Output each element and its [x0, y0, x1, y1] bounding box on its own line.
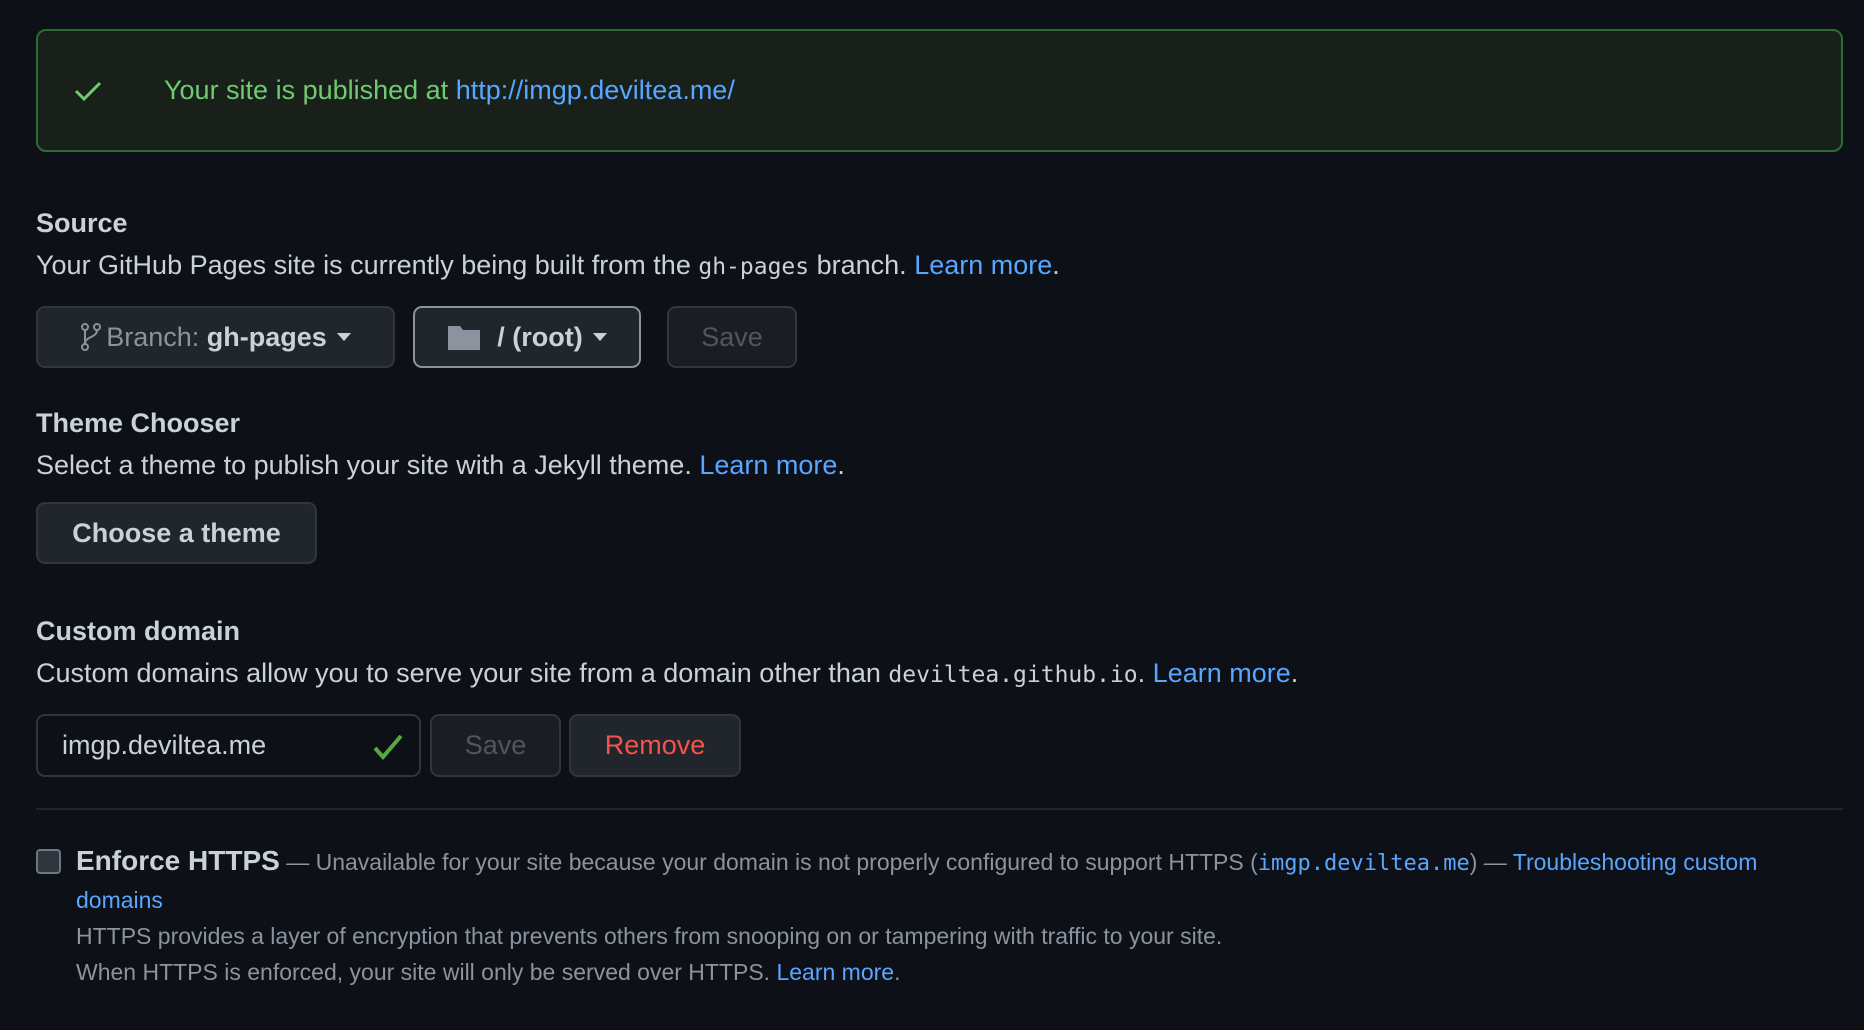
folder-icon: [447, 323, 481, 351]
enforce-https-section: Enforce HTTPS — Unavailable for your sit…: [76, 843, 1846, 990]
caret-down-icon: [592, 333, 607, 341]
banner-text: Your site is published at: [164, 75, 456, 105]
theme-desc-text: Select a theme to publish your site with…: [36, 450, 700, 480]
folder-value: / (root): [497, 321, 583, 352]
enforce-https-label: Enforce HTTPS: [76, 845, 280, 876]
site-url-link[interactable]: http://imgp.deviltea.me/: [456, 75, 735, 106]
domain-remove-button[interactable]: Remove: [569, 714, 741, 777]
folder-select-button[interactable]: / (root): [413, 306, 641, 368]
custom-domain-input[interactable]: imgp.deviltea.me: [36, 714, 421, 777]
source-desc-text2: branch.: [809, 250, 915, 280]
git-branch-icon: [80, 322, 102, 352]
check-icon: [74, 80, 118, 102]
default-domain-code: deviltea.github.io: [888, 662, 1138, 688]
published-banner: Your site is published at http://imgp.de…: [36, 29, 1843, 152]
source-description: Your GitHub Pages site is currently bein…: [36, 250, 1060, 281]
custom-domain-value: imgp.deviltea.me: [62, 730, 267, 760]
branch-select-button[interactable]: Branch: gh-pages: [36, 306, 395, 368]
choose-theme-button[interactable]: Choose a theme: [36, 502, 317, 564]
https-learn-more-link[interactable]: Learn more: [776, 959, 894, 985]
period: .: [894, 959, 901, 985]
period: .: [837, 450, 845, 480]
domain-desc-text2: .: [1137, 658, 1153, 688]
https-info-text: When HTTPS is enforced, your site will o…: [76, 959, 777, 985]
domain-learn-more-link[interactable]: Learn more: [1153, 658, 1291, 688]
theme-heading: Theme Chooser: [36, 408, 241, 438]
domain-desc-text: Custom domains allow you to serve your s…: [36, 658, 889, 688]
check-icon: [373, 734, 403, 760]
source-desc-text: Your GitHub Pages site is currently bein…: [36, 250, 699, 280]
https-unavailable-text: — Unavailable for your site because your…: [279, 849, 1258, 875]
https-domain-code: imgp.deviltea.me: [1257, 851, 1470, 876]
https-after-text: ) —: [1469, 849, 1513, 875]
caret-down-icon: [336, 333, 351, 341]
source-save-button[interactable]: Save: [667, 306, 797, 368]
domain-save-button[interactable]: Save: [430, 714, 561, 777]
https-info-line1: HTTPS provides a layer of encryption tha…: [76, 923, 1223, 949]
branch-label: Branch:: [106, 321, 207, 352]
custom-domain-description: Custom domains allow you to serve your s…: [36, 658, 1298, 689]
custom-domain-heading: Custom domain: [36, 616, 241, 646]
branch-value: gh-pages: [206, 321, 327, 352]
period: .: [1290, 658, 1299, 688]
source-learn-more-link[interactable]: Learn more: [914, 250, 1052, 280]
branch-code: gh-pages: [698, 254, 810, 280]
https-info-line2: When HTTPS is enforced, your site will o…: [76, 954, 1846, 990]
theme-learn-more-link[interactable]: Learn more: [699, 450, 837, 480]
period: .: [1052, 250, 1060, 280]
divider: [36, 808, 1843, 810]
enforce-https-checkbox[interactable]: [36, 849, 61, 874]
theme-description: Select a theme to publish your site with…: [36, 450, 845, 481]
source-heading: Source: [36, 208, 128, 238]
